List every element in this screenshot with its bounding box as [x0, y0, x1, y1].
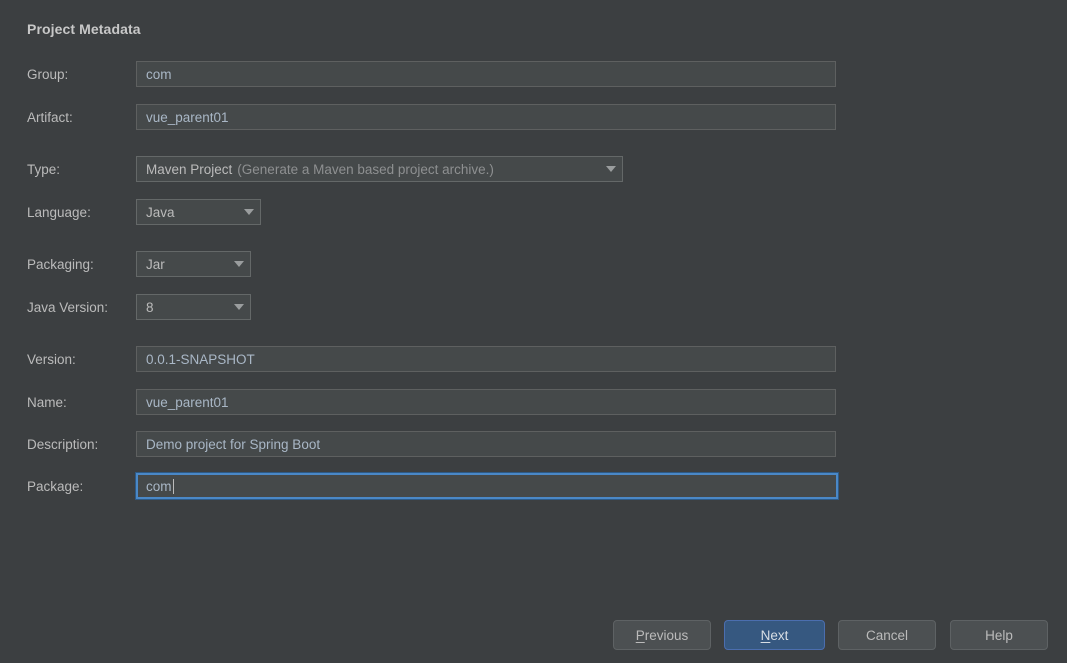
previous-button-mnemonic: P: [635, 627, 645, 643]
version-input[interactable]: 0.0.1-SNAPSHOT: [136, 346, 836, 372]
previous-button[interactable]: Previous: [613, 620, 711, 650]
text-caret: [172, 478, 174, 494]
label-description: Description:: [27, 437, 99, 452]
label-type: Type:: [27, 162, 61, 177]
help-button[interactable]: Help: [950, 620, 1048, 650]
label-name: Name:: [27, 395, 67, 410]
label-java-version: Java Version:: [27, 300, 109, 315]
java-version-dropdown-value: 8: [146, 299, 154, 315]
label-language: Language:: [27, 205, 91, 220]
chevron-down-icon: [228, 304, 250, 310]
language-dropdown[interactable]: Java: [136, 199, 261, 225]
package-input-value: com: [146, 478, 172, 494]
label-package: Package:: [27, 479, 84, 494]
cancel-button[interactable]: Cancel: [838, 620, 936, 650]
description-input[interactable]: Demo project for Spring Boot: [136, 431, 836, 457]
next-button-label: ext: [770, 627, 789, 643]
package-input[interactable]: com: [136, 473, 838, 499]
artifact-input[interactable]: vue_parent01: [136, 104, 836, 130]
label-group: Group:: [27, 67, 69, 82]
next-button-mnemonic: N: [760, 627, 771, 643]
language-dropdown-value: Java: [146, 204, 175, 220]
chevron-down-icon: [600, 166, 622, 172]
packaging-dropdown-value: Jar: [146, 256, 165, 272]
label-artifact: Artifact:: [27, 110, 73, 125]
chevron-down-icon: [228, 261, 250, 267]
next-button[interactable]: Next: [724, 620, 825, 650]
dialog-button-bar: Previous Next Cancel Help: [0, 620, 1067, 650]
label-version: Version:: [27, 352, 76, 367]
page-title: Project Metadata: [27, 21, 141, 37]
name-input[interactable]: vue_parent01: [136, 389, 836, 415]
chevron-down-icon: [238, 209, 260, 215]
previous-button-label: revious: [644, 627, 689, 643]
group-input[interactable]: com: [136, 61, 836, 87]
packaging-dropdown[interactable]: Jar: [136, 251, 251, 277]
label-packaging: Packaging:: [27, 257, 94, 272]
type-dropdown-value: Maven Project: [146, 161, 233, 177]
type-dropdown[interactable]: Maven Project (Generate a Maven based pr…: [136, 156, 623, 182]
java-version-dropdown[interactable]: 8: [136, 294, 251, 320]
type-dropdown-hint: (Generate a Maven based project archive.…: [237, 161, 494, 177]
